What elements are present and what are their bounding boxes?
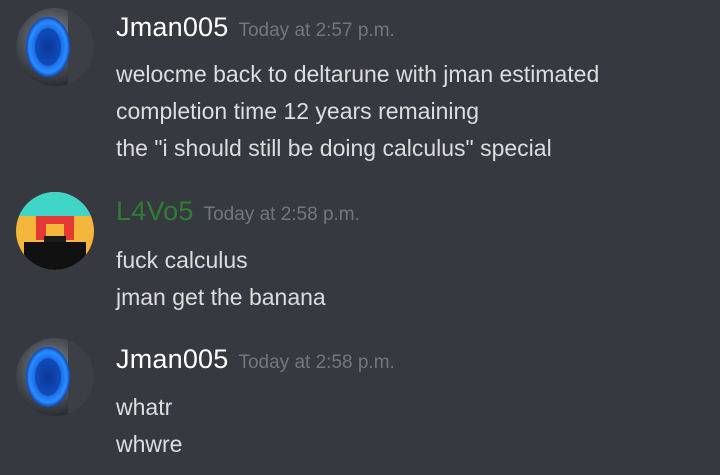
portal-sphere-icon: [16, 8, 94, 86]
username[interactable]: Jman005: [116, 344, 228, 374]
message-line: fuck calculus: [116, 247, 248, 273]
message-content: fuck calculus jman get the banana: [116, 242, 326, 316]
message-line: whatr: [116, 394, 173, 420]
message-line: jman get the banana: [116, 284, 326, 310]
username[interactable]: L4Vo5: [116, 196, 194, 226]
timestamp: Today at 2:58 p.m.: [203, 204, 360, 225]
message-line: completion time 12 years remaining: [116, 98, 480, 124]
avatar[interactable]: [16, 8, 94, 86]
message-line: welocme back to deltarune with jman esti…: [116, 61, 600, 87]
avatar[interactable]: [16, 338, 94, 416]
timestamp: Today at 2:58 p.m.: [238, 352, 395, 373]
message-line: whwre: [116, 431, 183, 457]
avatar[interactable]: [16, 192, 94, 270]
message-header: L4Vo5 Today at 2:58 p.m.: [116, 196, 360, 227]
message-header: Jman005 Today at 2:58 p.m.: [116, 344, 395, 375]
message-content: whatr whwre: [116, 389, 182, 463]
message-header: Jman005 Today at 2:57 p.m.: [116, 12, 395, 43]
chat-messages: Jman005 Today at 2:57 p.m. welocme back t…: [0, 0, 720, 475]
portal-sphere-icon: [16, 338, 94, 416]
pixel-face-icon: [16, 192, 94, 270]
message-line: the "i should still be doing calculus" s…: [116, 135, 552, 161]
timestamp: Today at 2:57 p.m.: [238, 20, 395, 41]
message-content: welocme back to deltarune with jman esti…: [116, 56, 599, 167]
username[interactable]: Jman005: [116, 12, 228, 42]
